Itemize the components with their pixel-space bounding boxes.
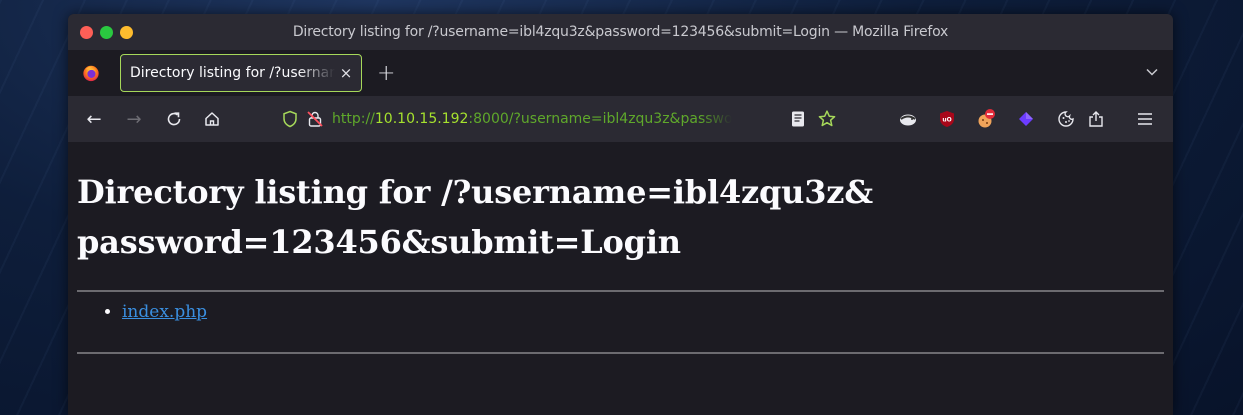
tab-title: Directory listing for /?username=ibl4zqu… <box>130 65 335 81</box>
maximize-window-button[interactable] <box>100 25 113 39</box>
extension-cookie-icon <box>978 109 995 128</box>
title-bar: Directory listing for /?username=ibl4zqu… <box>68 14 1173 50</box>
divider <box>77 290 1164 292</box>
close-tab-icon[interactable]: × <box>339 64 353 82</box>
reload-button[interactable] <box>164 109 184 129</box>
bookmark-star-icon <box>818 110 836 127</box>
url-text[interactable]: http://10.10.15.192:8000/?username=ibl4z… <box>332 111 732 127</box>
insecure-lock-icon[interactable] <box>306 110 324 128</box>
bookmark-button[interactable] <box>816 108 838 130</box>
file-link[interactable]: index.php <box>122 302 207 322</box>
url-host: 10.10.15.192 <box>374 111 469 127</box>
list-item: index.php <box>122 302 207 322</box>
chevron-down-icon[interactable] <box>1145 65 1159 79</box>
svg-text:uO: uO <box>942 117 951 124</box>
extension-badger-button[interactable] <box>897 108 919 130</box>
url-bar[interactable]: http://10.10.15.192:8000/?username=ibl4z… <box>282 102 840 136</box>
file-list: index.php <box>102 302 207 322</box>
url-path: :8000/?username=ibl4zqu3z&password=12345… <box>468 111 732 127</box>
back-button[interactable]: ← <box>84 108 104 130</box>
window-title: Directory listing for /?username=ibl4zqu… <box>292 24 949 40</box>
url-scheme: http:// <box>332 111 375 127</box>
forward-arrow-icon: → <box>126 108 142 130</box>
browser-window: Directory listing for /?username=ibl4zqu… <box>68 14 1173 415</box>
new-tab-button[interactable]: + <box>377 61 395 86</box>
divider <box>77 352 1164 354</box>
close-window-button[interactable] <box>80 25 93 39</box>
firefox-icon[interactable] <box>82 64 100 82</box>
tab-bar: Directory listing for /?username=ibl4zqu… <box>68 50 1173 96</box>
forward-button[interactable]: → <box>124 108 144 130</box>
extension-cookie-button[interactable] <box>975 108 997 130</box>
shield-icon[interactable] <box>282 110 298 128</box>
share-button[interactable] <box>1085 108 1107 130</box>
cookie-icon <box>1058 111 1074 127</box>
extension-diamond-button[interactable] <box>1015 108 1037 130</box>
nav-bar: ← → http://10.10.15.192:8000/?username=i… <box>68 96 1173 142</box>
page-content: Directory listing for /?username=ibl4zqu… <box>68 142 1173 415</box>
extension-badger-icon <box>900 114 916 126</box>
home-icon <box>205 112 219 126</box>
window-controls <box>80 25 133 39</box>
reader-mode-button[interactable] <box>787 108 809 130</box>
menu-icon <box>1138 113 1152 125</box>
menu-button[interactable] <box>1134 108 1156 130</box>
reload-icon <box>167 112 181 126</box>
cookie-button[interactable] <box>1055 108 1077 130</box>
home-button[interactable] <box>202 109 222 129</box>
ublock-button[interactable]: uO <box>936 108 958 130</box>
page-title: Directory listing for /?username=ibl4zqu… <box>77 173 873 261</box>
extension-diamond-icon <box>1019 112 1033 126</box>
minimize-window-button[interactable] <box>120 25 133 39</box>
ublock-icon: uO <box>940 111 954 127</box>
share-icon <box>1089 111 1103 127</box>
reader-mode-icon <box>792 111 804 127</box>
tab-active[interactable]: Directory listing for /?username=ibl4zqu… <box>120 54 362 92</box>
back-arrow-icon: ← <box>86 108 102 130</box>
